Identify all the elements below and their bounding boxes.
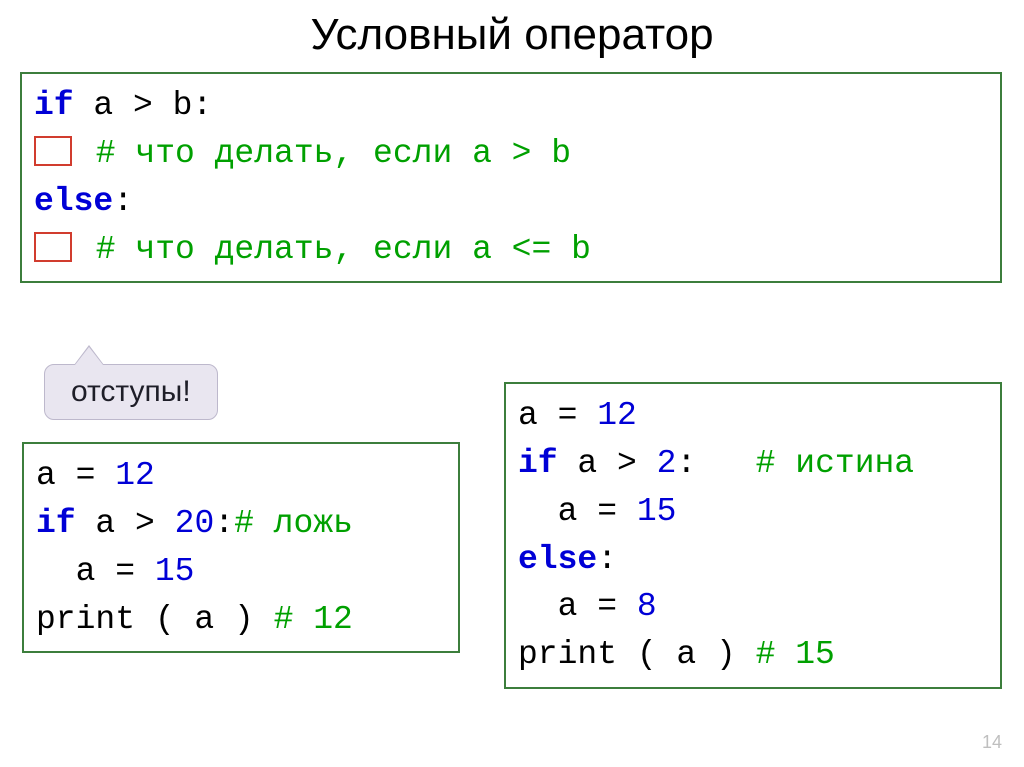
code-comment: # что делать, если a <= b	[76, 231, 591, 268]
code-expr: a >	[76, 505, 175, 542]
code-line: # что делать, если a > b	[34, 130, 988, 178]
code-comment: # ложь	[234, 505, 353, 542]
code-assign: a =	[518, 397, 597, 434]
code-box-conditional-syntax: if a > b: # что делать, если a > b else:…	[20, 72, 1002, 283]
code-comment: # истина	[756, 445, 914, 482]
code-colon: :	[113, 183, 133, 220]
code-number: 15	[155, 553, 195, 590]
code-colon: :	[597, 541, 617, 578]
code-line: a = 8	[518, 583, 988, 631]
code-line: # что делать, если a <= b	[34, 226, 988, 274]
code-expr: a >	[558, 445, 657, 482]
code-line: if a > 20:# ложь	[36, 500, 446, 548]
code-assign: a =	[518, 588, 637, 625]
keyword-else: else	[34, 183, 113, 220]
code-line: a = 12	[518, 392, 988, 440]
code-line: a = 15	[36, 548, 446, 596]
code-line: print ( a ) # 12	[36, 596, 446, 644]
callout-indentation: отступы!	[44, 364, 218, 420]
code-number: 8	[637, 588, 657, 625]
keyword-if: if	[36, 505, 76, 542]
code-box-example-true: a = 12 if a > 2: # истина a = 15 else: a…	[504, 382, 1002, 689]
keyword-else: else	[518, 541, 597, 578]
code-number: 2	[657, 445, 677, 482]
code-colon: :	[676, 445, 755, 482]
code-comment: # 12	[274, 601, 353, 638]
code-line: a = 15	[518, 488, 988, 536]
code-line: if a > b:	[34, 82, 988, 130]
code-number: 12	[597, 397, 637, 434]
keyword-if: if	[34, 87, 74, 124]
indent-marker	[34, 232, 72, 262]
code-colon: :	[214, 505, 234, 542]
code-line: print ( a ) # 15	[518, 631, 988, 679]
code-line: else:	[34, 178, 988, 226]
code-comment: # 15	[756, 636, 835, 673]
code-comment: # что делать, если a > b	[76, 135, 571, 172]
page-number: 14	[982, 732, 1002, 753]
code-assign: a =	[518, 493, 637, 530]
code-assign: a =	[36, 553, 155, 590]
code-print: print ( a )	[518, 636, 756, 673]
keyword-if: if	[518, 445, 558, 482]
slide-title: Условный оператор	[0, 0, 1024, 72]
code-line: else:	[518, 536, 988, 584]
code-print: print ( a )	[36, 601, 274, 638]
indent-marker	[34, 136, 72, 166]
code-number: 20	[175, 505, 215, 542]
code-number: 12	[115, 457, 155, 494]
code-expr: a > b:	[74, 87, 213, 124]
code-assign: a =	[36, 457, 115, 494]
code-box-example-false: a = 12 if a > 20:# ложь a = 15 print ( a…	[22, 442, 460, 653]
code-number: 15	[637, 493, 677, 530]
code-line: a = 12	[36, 452, 446, 500]
code-line: if a > 2: # истина	[518, 440, 988, 488]
